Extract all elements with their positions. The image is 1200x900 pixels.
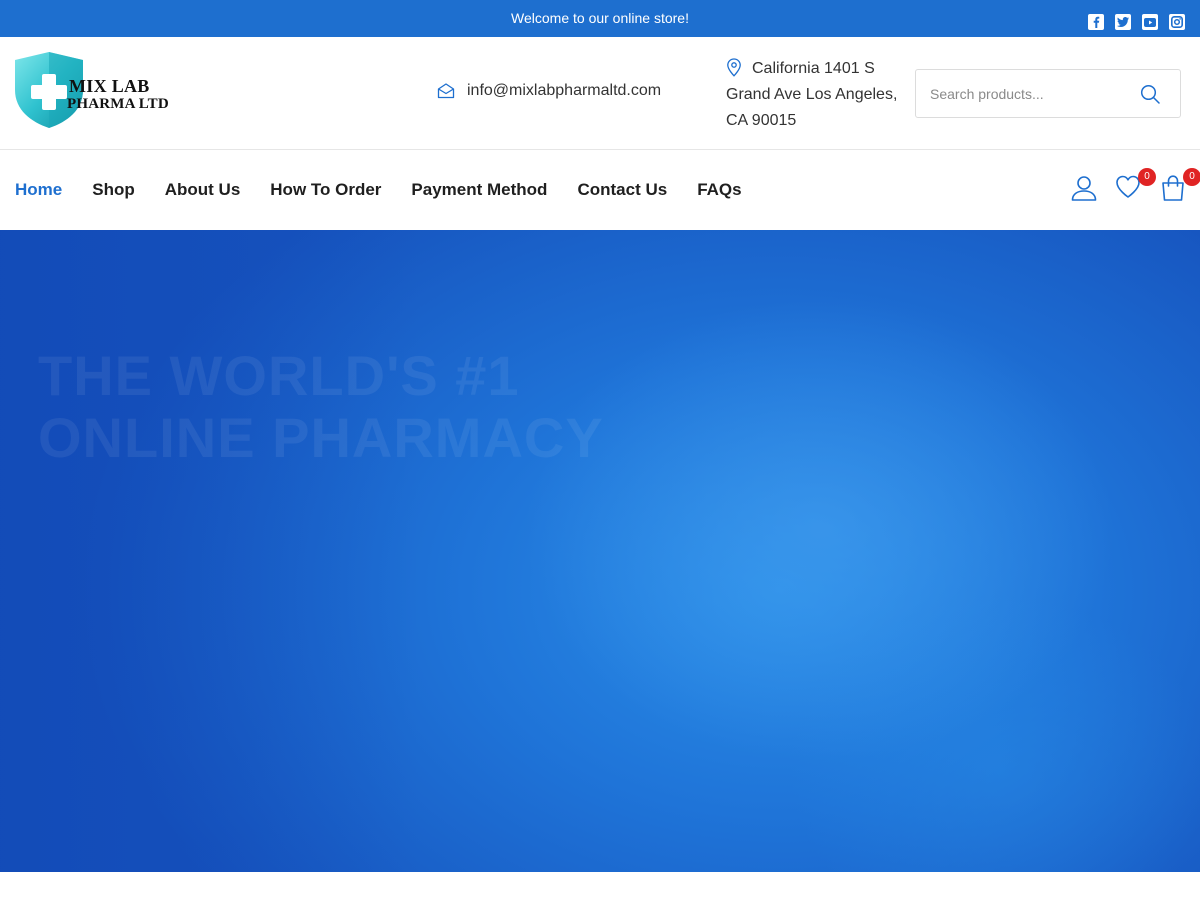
- logo-line1: MIX LAB: [69, 76, 150, 96]
- hero-banner: THE WORLD'S #1 ONLINE PHARMACY: [0, 230, 1200, 872]
- top-bar: Welcome to our online store!: [0, 0, 1200, 37]
- email-text: info@mixlabpharmaltd.com: [467, 82, 662, 99]
- store-address: California 1401 S Grand Ave Los Angeles,…: [726, 56, 906, 134]
- cart-count-badge: 0: [1183, 168, 1200, 186]
- social-links: [1088, 14, 1185, 30]
- wishlist-count-badge: 0: [1138, 168, 1156, 186]
- location-pin-icon: [727, 58, 741, 77]
- youtube-icon[interactable]: [1142, 14, 1158, 30]
- facebook-icon[interactable]: [1088, 14, 1104, 30]
- address-line1: California 1401 S: [752, 60, 875, 77]
- product-search: [915, 69, 1181, 118]
- contact-email[interactable]: info@mixlabpharmaltd.com: [437, 82, 661, 100]
- address-line3: CA 90015: [726, 112, 797, 129]
- twitter-icon[interactable]: [1115, 14, 1131, 30]
- header-actions: 0 0: [1060, 150, 1200, 230]
- nav-item-payment-method[interactable]: Payment Method: [411, 180, 547, 200]
- nav-item-how-to-order[interactable]: How To Order: [270, 180, 381, 200]
- logo-line2: PHARMA LTD: [67, 96, 169, 112]
- address-line2: Grand Ave Los Angeles,: [726, 86, 898, 103]
- nav-item-home[interactable]: Home: [15, 180, 62, 200]
- site-logo[interactable]: MIX LAB PHARMA LTD: [15, 52, 175, 130]
- nav-item-contact-us[interactable]: Contact Us: [577, 180, 667, 200]
- envelope-icon: [437, 83, 455, 99]
- hero-title-line1: THE WORLD'S #1: [38, 344, 520, 407]
- nav-item-faqs[interactable]: FAQs: [697, 180, 741, 200]
- account-icon[interactable]: [1070, 174, 1098, 202]
- main-menu: Home Shop About Us How To Order Payment …: [15, 150, 742, 230]
- search-icon[interactable]: [1140, 84, 1160, 104]
- main-navigation: Home Shop About Us How To Order Payment …: [0, 150, 1200, 230]
- welcome-message: Welcome to our online store!: [511, 10, 689, 26]
- nav-item-about-us[interactable]: About Us: [165, 180, 241, 200]
- search-input[interactable]: [930, 70, 1130, 117]
- hero-title: THE WORLD'S #1 ONLINE PHARMACY: [38, 345, 604, 469]
- instagram-icon[interactable]: [1169, 14, 1185, 30]
- hero-title-line2: ONLINE PHARMACY: [38, 406, 604, 469]
- nav-item-shop[interactable]: Shop: [92, 180, 135, 200]
- site-header: MIX LAB PHARMA LTD info@mixlabpharmaltd.…: [0, 37, 1200, 150]
- logo-text: MIX LAB PHARMA LTD: [67, 77, 169, 113]
